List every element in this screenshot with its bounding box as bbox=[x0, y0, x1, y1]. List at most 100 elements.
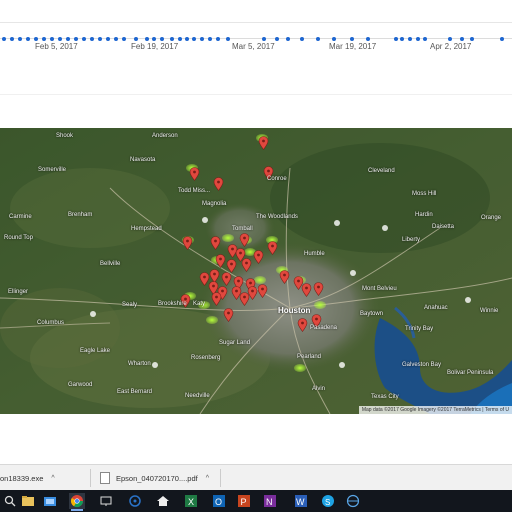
timeline-event-dot[interactable] bbox=[42, 37, 46, 41]
timeline-event-dot[interactable] bbox=[160, 37, 164, 41]
timeline-event-dot[interactable] bbox=[178, 37, 182, 41]
excel-icon[interactable]: X bbox=[183, 493, 199, 509]
timeline-event-dot[interactable] bbox=[145, 37, 149, 41]
timeline-event-dot[interactable] bbox=[262, 37, 266, 41]
map-label-tomball: Tomball bbox=[232, 226, 253, 232]
timeline-event-dot[interactable] bbox=[152, 37, 156, 41]
outlook-icon[interactable]: O bbox=[211, 493, 227, 509]
timeline-event-dot[interactable] bbox=[408, 37, 412, 41]
download-item-pdf[interactable]: Epson_040720170....pdf ^ bbox=[100, 469, 209, 487]
timeline-event-dot[interactable] bbox=[300, 37, 304, 41]
map-marker-pin[interactable] bbox=[257, 284, 268, 298]
map-marker-pin[interactable] bbox=[226, 259, 237, 273]
timeline-event-dot[interactable] bbox=[134, 37, 138, 41]
timeline-event-dot[interactable] bbox=[448, 37, 452, 41]
timeline-event-dot[interactable] bbox=[208, 37, 212, 41]
timeline-event-dot[interactable] bbox=[98, 37, 102, 41]
timeline-chart: Feb 5, 2017 Feb 19, 2017 Mar 5, 2017 Mar… bbox=[0, 0, 512, 60]
timeline-event-dot[interactable] bbox=[34, 37, 38, 41]
timeline-event-dot[interactable] bbox=[74, 37, 78, 41]
map-heat-spot bbox=[254, 276, 266, 284]
home-icon[interactable] bbox=[155, 493, 171, 509]
map-label-navasota: Navasota bbox=[130, 157, 156, 163]
map-label-columbus: Columbus bbox=[37, 320, 65, 326]
map-marker-pin[interactable] bbox=[239, 292, 250, 306]
map-marker-pin[interactable] bbox=[253, 250, 264, 264]
map-marker-pin[interactable] bbox=[313, 282, 324, 296]
timeline-event-dot[interactable] bbox=[470, 37, 474, 41]
map-marker-pin[interactable] bbox=[223, 308, 234, 322]
timeline-event-dot[interactable] bbox=[26, 37, 30, 41]
timeline-event-dot[interactable] bbox=[66, 37, 70, 41]
timeline-event-dot[interactable] bbox=[18, 37, 22, 41]
timeline-event-dot[interactable] bbox=[332, 37, 336, 41]
powerpoint-icon[interactable]: P bbox=[236, 493, 252, 509]
timeline-event-dot[interactable] bbox=[10, 37, 14, 41]
search-icon[interactable] bbox=[2, 493, 18, 509]
timeline-event-dot[interactable] bbox=[82, 37, 86, 41]
map-view[interactable]: Shook Anderson Navasota Somerville Todd … bbox=[0, 128, 512, 414]
map-marker-pin[interactable] bbox=[182, 236, 193, 250]
timeline-event-dot[interactable] bbox=[90, 37, 94, 41]
timeline-event-dot[interactable] bbox=[170, 37, 174, 41]
map-marker-pin[interactable] bbox=[297, 318, 308, 332]
word-icon[interactable]: W bbox=[293, 493, 309, 509]
timeline-event-dot[interactable] bbox=[460, 37, 464, 41]
map-marker-pin[interactable] bbox=[210, 236, 221, 250]
skype-icon[interactable]: S bbox=[320, 493, 336, 509]
globe-icon[interactable] bbox=[345, 493, 361, 509]
map-marker-pin[interactable] bbox=[213, 177, 224, 191]
map-marker-pin[interactable] bbox=[189, 167, 200, 181]
timeline-event-dot[interactable] bbox=[114, 37, 118, 41]
chevron-up-icon[interactable]: ^ bbox=[206, 475, 209, 482]
onenote-icon[interactable]: N bbox=[262, 493, 278, 509]
network-icon[interactable] bbox=[98, 493, 114, 509]
download-filename: Epson_040720170....pdf bbox=[116, 473, 198, 483]
map-marker-pin[interactable] bbox=[258, 136, 269, 150]
map-marker-pin[interactable] bbox=[221, 272, 232, 286]
divider bbox=[0, 94, 512, 95]
timeline-event-dot[interactable] bbox=[185, 37, 189, 41]
map-marker-pin[interactable] bbox=[241, 258, 252, 272]
map-label-moss-hill: Moss Hill bbox=[412, 191, 437, 197]
timeline-event-dot[interactable] bbox=[106, 37, 110, 41]
map-marker-pin[interactable] bbox=[267, 241, 278, 255]
map-label-ellinger: Ellinger bbox=[8, 289, 29, 295]
timeline-event-dot[interactable] bbox=[394, 37, 398, 41]
timeline-event-dot[interactable] bbox=[2, 37, 6, 41]
chevron-up-icon[interactable]: ^ bbox=[51, 475, 54, 482]
timeline-event-dot[interactable] bbox=[200, 37, 204, 41]
timeline-event-dot[interactable] bbox=[122, 37, 126, 41]
timeline-event-dot[interactable] bbox=[366, 37, 370, 41]
map-attribution[interactable]: Map data ©2017 Google Imagery ©2017 Terr… bbox=[358, 406, 512, 414]
folder-icon[interactable] bbox=[42, 493, 58, 509]
timeline-event-dot[interactable] bbox=[226, 37, 230, 41]
download-item-exe[interactable]: on18339.exe ^ bbox=[0, 469, 55, 487]
timeline-event-dot[interactable] bbox=[275, 37, 279, 41]
timeline-event-dot[interactable] bbox=[400, 37, 404, 41]
timeline-event-dot[interactable] bbox=[50, 37, 54, 41]
timeline-event-dot[interactable] bbox=[423, 37, 427, 41]
timeline-event-dot[interactable] bbox=[192, 37, 196, 41]
timeline-event-dot[interactable] bbox=[286, 37, 290, 41]
chrome-icon[interactable] bbox=[69, 493, 85, 511]
timeline-event-dot[interactable] bbox=[416, 37, 420, 41]
timeline-event-dot[interactable] bbox=[216, 37, 220, 41]
map-marker-pin[interactable] bbox=[211, 292, 222, 306]
content-gap bbox=[0, 60, 512, 128]
map-marker-pin[interactable] bbox=[301, 283, 312, 297]
map-marker-pin[interactable] bbox=[199, 272, 210, 286]
map-label-houston: Houston bbox=[278, 306, 311, 315]
media-icon[interactable] bbox=[127, 493, 143, 509]
file-explorer-icon[interactable] bbox=[20, 493, 36, 509]
svg-text:X: X bbox=[188, 497, 194, 507]
map-marker-pin[interactable] bbox=[279, 270, 290, 284]
map-marker-pin[interactable] bbox=[239, 233, 250, 247]
timeline-event-dot[interactable] bbox=[58, 37, 62, 41]
map-label-hardin: Hardin bbox=[415, 212, 433, 218]
map-marker-pin[interactable] bbox=[215, 254, 226, 268]
timeline-event-dot[interactable] bbox=[316, 37, 320, 41]
timeline-event-dot[interactable] bbox=[350, 37, 354, 41]
timeline-event-dot[interactable] bbox=[500, 37, 504, 41]
svg-text:O: O bbox=[215, 497, 222, 507]
